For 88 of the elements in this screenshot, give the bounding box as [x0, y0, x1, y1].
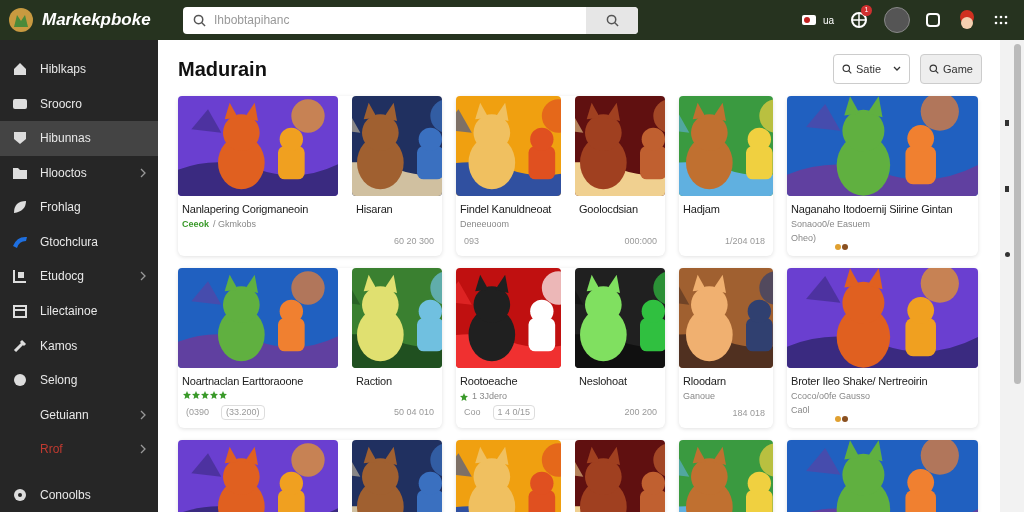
price-text: 184 018 [732, 406, 765, 420]
product-title: Neslohoat [579, 374, 628, 388]
product-title: Goolocdsian [579, 202, 639, 216]
chevron-icon [140, 167, 146, 178]
sidebar-item[interactable]: Conoolbs [0, 477, 158, 512]
product-title: Findel Kanuldneoat [460, 202, 553, 216]
leaf-icon [12, 199, 28, 216]
shield-icon [12, 130, 28, 147]
coin-icon [835, 416, 849, 422]
price-text: 50 04 010 [393, 405, 434, 419]
disc-icon [12, 486, 28, 503]
product-title: Broter Ileo Shake/ Nertreoirin [791, 374, 929, 388]
sidebar-item[interactable]: Hibunnas [0, 121, 158, 156]
price-text: 000:000 [624, 234, 657, 248]
wrench-icon [12, 337, 28, 354]
product-title: Nanlapering Corigmaneoin [182, 202, 310, 216]
sidebar-item[interactable]: Sroocro [0, 86, 158, 122]
product-card[interactable]: Broter Ileo Shake/ Nertreoirin Ccoco/o0fe Gausso Ca0l [787, 268, 978, 428]
avatar[interactable] [884, 7, 910, 33]
product-subtitle: Ganoue [683, 390, 717, 402]
product-subtitle: Deneeuoom [460, 218, 511, 230]
price-text: 200 200 [624, 405, 657, 419]
small-icon[interactable] [1004, 252, 1010, 257]
chevron-icon [140, 409, 146, 420]
product-title: Naganaho Itodoernij Siirine Gintan [791, 202, 954, 216]
cart-icon[interactable] [800, 12, 819, 28]
search-input[interactable]: Ihbobtapihanc [214, 11, 586, 29]
product-card[interactable]: Rootoeache 1 3Jdero Neslohoat Coo 1 4 0/15 200 200 [456, 268, 665, 428]
sidebar-item[interactable]: Hlooctos [0, 155, 158, 191]
chevron-icon [140, 444, 146, 455]
product-title: Rloodarn [683, 374, 728, 388]
price-text: 60 20 300 [393, 234, 434, 248]
meta-text: 1 4 0/15 [492, 404, 536, 420]
search-icon [605, 13, 619, 27]
logo-icon[interactable] [8, 7, 34, 33]
product-title: Hadjam [683, 202, 721, 216]
product-subtitle: Ca0l [791, 404, 811, 416]
product-card[interactable]: Findel Kanuldneoat Deneeuoom Goolocdsian 093 000:000 [456, 96, 665, 256]
product-title: Hisaran [356, 202, 394, 216]
product-card[interactable]: Noartnaclan Earttoraoone Raction (0390 (33.200) 50 04 010 [178, 268, 442, 428]
meta-text: Coo [464, 405, 481, 419]
apps-icon[interactable] [994, 15, 1008, 25]
sort-dropdown[interactable]: Satie [832, 54, 911, 84]
game-button[interactable]: Game [920, 54, 982, 84]
chat-icon [12, 372, 28, 389]
meta-text: (33.200) [221, 404, 265, 420]
calendar-icon [12, 303, 28, 319]
product-card[interactable]: Rloodarn Ganoue 184 018 [679, 268, 773, 428]
price-text: 1/204 018 [724, 234, 765, 248]
scrollbar-thumb[interactable] [1014, 44, 1021, 384]
caret-icon [893, 66, 902, 72]
product-subtitle: / Gkmkobs [213, 218, 257, 231]
cart-label: ua [822, 13, 834, 28]
page-title: Madurain [178, 57, 267, 82]
product-title: Rootoeache [460, 374, 519, 388]
sidebar-item[interactable]: Frohlag [0, 190, 158, 225]
sidebar-item[interactable]: Lilectainoe [0, 293, 158, 329]
home-icon [12, 61, 28, 78]
brand-name[interactable]: Markekpboke [42, 7, 157, 33]
product-card[interactable]: Hadjam 1/204 018 [679, 96, 773, 256]
meta-text: 093 [464, 234, 480, 248]
rating-count: 1 3Jdero [472, 390, 508, 403]
search-field[interactable]: Ihbobtapihanc [183, 6, 638, 34]
search-icon [929, 64, 940, 74]
sidebar-item[interactable]: Kamos [0, 328, 158, 363]
sidebar-item[interactable]: Getuiann [0, 397, 158, 432]
search-button[interactable] [586, 6, 638, 34]
sidebar-item[interactable]: Etudocg [0, 259, 158, 294]
window-icon[interactable] [926, 13, 940, 27]
product-subtitle: Ccoco/o0fe Gausso [791, 390, 872, 402]
chart-icon [12, 268, 28, 285]
search-icon [193, 13, 206, 27]
meta-text: (0390 [186, 405, 210, 419]
product-title: Raction [356, 374, 393, 388]
product-subtitle: Oheo) [791, 232, 817, 244]
product-subtitle: Sonaoo0/e Easuem [791, 218, 872, 230]
product-card[interactable]: Nanlapering Corigmaneoin Ceeok / Gkmkobs Hisaran 60 20 300 [178, 96, 442, 256]
star-icon [460, 392, 468, 401]
rating-label: Ceeok [182, 218, 209, 231]
product-title: Noartnaclan Earttoraoone [182, 374, 305, 388]
coin-icon [835, 244, 849, 250]
sidebar-item[interactable]: Hiblkaps [0, 52, 158, 87]
search-icon [841, 64, 852, 74]
product-card[interactable]: Naganaho Itodoernij Siirine Gintan Sonaoo0/e Easuem Oheo) [787, 96, 978, 256]
globe-icon[interactable] [850, 11, 868, 29]
sidebar-item[interactable]: Selong [0, 362, 158, 398]
sidebar-item[interactable]: Gtochclura [0, 224, 158, 260]
chevron-icon [140, 271, 146, 282]
